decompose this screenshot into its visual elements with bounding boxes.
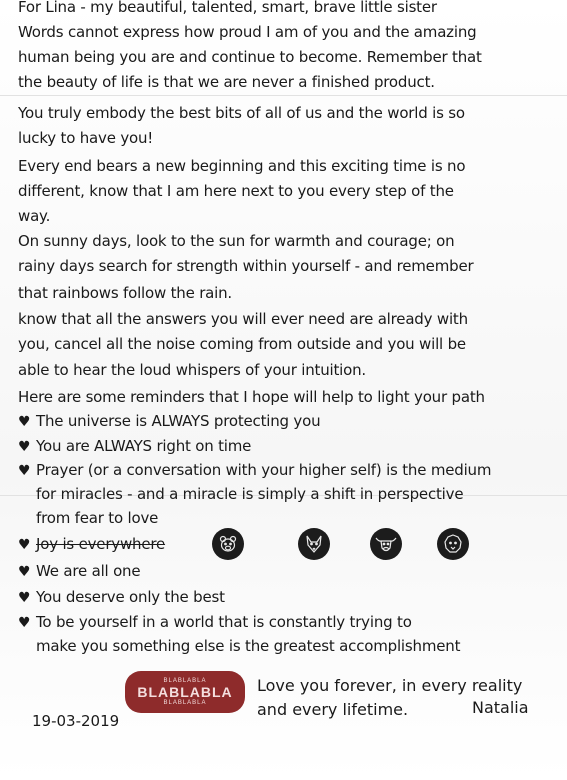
letter-line: rainy days search for strength within yo… xyxy=(18,257,474,275)
letter-line: way. xyxy=(18,207,51,225)
heart-icon: ♥ xyxy=(18,537,31,553)
heart-icon: ♥ xyxy=(18,414,31,430)
letter-line: you, cancel all the noise coming from ou… xyxy=(18,335,466,353)
letter-date: 19-03-2019 xyxy=(32,712,120,730)
reminder-continuation: make you something else is the greatest … xyxy=(36,637,461,655)
closing-line: and every lifetime. xyxy=(257,700,409,719)
bull-face-icon xyxy=(370,528,402,560)
letter-line: On sunny days, look to the sun for warmt… xyxy=(18,232,455,250)
stamp-main-text: BLABLABLA xyxy=(137,684,233,700)
letter-paper: For Lina - my beautiful, talented, smart… xyxy=(0,0,567,780)
reminder-text: The universe is ALWAYS protecting you xyxy=(36,412,321,430)
letter-line: Here are some reminders that I hope will… xyxy=(18,388,485,406)
heart-icon: ♥ xyxy=(18,439,31,455)
heart-icon: ♥ xyxy=(18,590,31,606)
letter-line: human being you are and continue to beco… xyxy=(18,48,482,66)
paper-fold xyxy=(0,95,567,96)
lion-face-icon xyxy=(437,528,469,560)
reminder-item: ♥ You deserve only the best xyxy=(18,588,225,606)
reminder-text: You are ALWAYS right on time xyxy=(36,437,252,455)
wolf-face-icon xyxy=(298,528,330,560)
letter-line: lucky to have you! xyxy=(18,129,154,147)
letter-line: For Lina - my beautiful, talented, smart… xyxy=(18,0,437,16)
letter-line: Every end bears a new beginning and this… xyxy=(18,157,466,175)
reminder-continuation: from fear to love xyxy=(36,509,159,527)
reminder-item: ♥ The universe is ALWAYS protecting you xyxy=(18,412,321,430)
reminder-text: You deserve only the best xyxy=(36,588,225,606)
signature: Natalia xyxy=(472,698,529,717)
reminder-continuation: for miracles - and a miracle is simply a… xyxy=(36,485,464,503)
letter-line: that rainbows follow the rain. xyxy=(18,284,233,302)
letter-line: the beauty of life is that we are never … xyxy=(18,73,435,91)
heart-icon: ♥ xyxy=(18,615,31,631)
letter-line: You truly embody the best bits of all of… xyxy=(18,104,465,122)
reminder-text: To be yourself in a world that is consta… xyxy=(36,613,412,631)
heart-icon: ♥ xyxy=(18,564,31,580)
brand-stamp: BLABLABLA BLABLABLA BLABLABLA xyxy=(125,671,245,713)
reminder-item: ♥ Prayer (or a conversation with your hig… xyxy=(18,461,491,479)
reminder-item: ♥ Joy is everywhere xyxy=(18,535,165,553)
bear-face-icon xyxy=(212,528,244,560)
closing-line: Love you forever, in every reality xyxy=(257,676,523,695)
reminder-text: Prayer (or a conversation with your high… xyxy=(36,461,492,479)
heart-icon: ♥ xyxy=(18,463,31,479)
letter-line: Words cannot express how proud I am of y… xyxy=(18,23,477,41)
letter-line: different, know that I am here next to y… xyxy=(18,182,454,200)
letter-line: able to hear the loud whispers of your i… xyxy=(18,361,367,379)
stamp-bottom-text: BLABLABLA xyxy=(163,700,207,706)
reminder-item: ♥ We are all one xyxy=(18,562,141,580)
reminder-text: Joy is everywhere xyxy=(36,535,166,553)
reminder-item: ♥ To be yourself in a world that is const… xyxy=(18,613,412,631)
reminder-item: ♥ You are ALWAYS right on time xyxy=(18,437,251,455)
reminder-text: We are all one xyxy=(36,562,141,580)
letter-line: know that all the answers you will ever … xyxy=(18,310,468,328)
